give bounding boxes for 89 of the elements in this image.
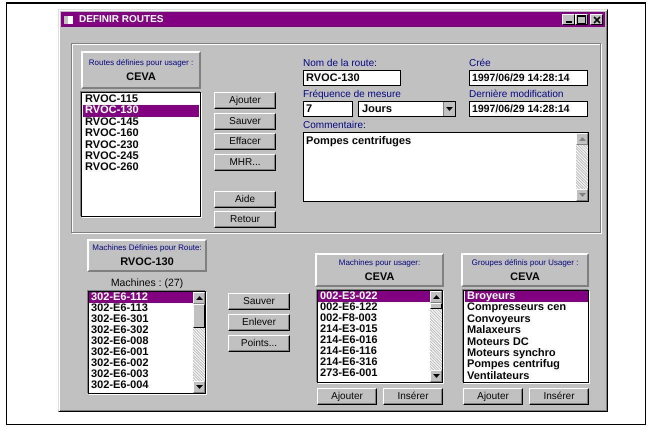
user-name: CEVA — [126, 70, 156, 82]
machine-item[interactable]: 302-E6-113 — [89, 303, 193, 314]
machine-item[interactable]: 214-E6-316 — [318, 357, 430, 368]
machine-item[interactable]: 214-E3-015 — [318, 324, 430, 335]
window-icon — [64, 14, 74, 24]
scrollbar[interactable] — [193, 292, 205, 393]
machine-item[interactable]: 302-E6-002 — [89, 358, 193, 369]
comment-field[interactable]: Pompes centrifuges — [303, 132, 589, 202]
scroll-thumb[interactable] — [193, 304, 205, 328]
list-button[interactable]: Ajouter — [463, 388, 523, 405]
group-item[interactable]: Broyeurs — [465, 291, 588, 302]
route-item[interactable]: RVOC-130 — [83, 105, 199, 117]
close-button[interactable] — [590, 14, 603, 25]
machine-item[interactable]: 002-E6-122 — [318, 302, 430, 313]
nav-button[interactable]: Aide — [214, 190, 276, 208]
down-arrow-icon — [432, 374, 440, 378]
list-button[interactable]: Ajouter — [317, 388, 377, 405]
group-item[interactable]: Ventilateurs — [465, 370, 588, 382]
list-button[interactable]: Insérer — [529, 388, 589, 405]
created-field[interactable]: 1997/06/29 14:28:14 — [469, 70, 588, 86]
panel-heading: Routes définies pour usager : — [88, 58, 194, 66]
machines-list[interactable]: 302-E6-112 302-E6-113 302-E6-301 302-E6-302 302-E6-008 302-E6-001 302-E6-002 302-E6-003 302-E6-004 — [88, 291, 206, 394]
field-label: Nom de la route: — [303, 58, 378, 70]
machine-item[interactable]: 302-E6-302 — [89, 325, 193, 336]
group-item[interactable]: Moteurs synchro — [465, 348, 588, 360]
unit-dropdown[interactable]: Jours — [358, 101, 456, 117]
panel-heading: Machines Définies pour Route: — [92, 243, 202, 252]
scroll-thumb[interactable] — [430, 303, 442, 309]
action-button[interactable]: Ajouter — [214, 92, 276, 109]
up-arrow-icon — [196, 296, 202, 300]
nav-button[interactable]: Retour — [214, 211, 276, 228]
route-item[interactable]: RVOC-160 — [83, 128, 199, 140]
field-label: Commentaire: — [303, 120, 367, 132]
action-button[interactable]: Effacer — [214, 133, 276, 150]
machine-button[interactable]: Points... — [228, 335, 290, 352]
route-item[interactable]: RVOC-260 — [83, 162, 199, 174]
up-arrow-icon — [432, 295, 440, 299]
group-item[interactable]: Compresseurs cen — [465, 302, 588, 314]
machine-item[interactable]: 214-E6-116 — [318, 346, 430, 357]
modified-field[interactable]: 1997/06/29 14:28:14 — [469, 101, 588, 117]
maximize-button[interactable] — [575, 14, 588, 25]
machine-item[interactable]: 302-E6-004 — [89, 380, 193, 391]
machine-button[interactable]: Enlever — [228, 314, 290, 331]
machine-item[interactable]: 302-E6-008 — [89, 336, 193, 347]
machine-button[interactable]: Sauver — [228, 293, 290, 310]
field-label: Fréquence de mesure — [303, 89, 402, 101]
machine-item[interactable]: 302-E6-301 — [89, 314, 193, 325]
action-button[interactable]: Sauver — [214, 112, 276, 130]
list-button[interactable]: Insérer — [383, 388, 443, 405]
groups-list[interactable]: Broyeurs Compresseurs cen Convoyeurs Malaxeurs Moteurs DC Moteurs synchro Pompes centrifug Ventilateurs — [463, 290, 589, 383]
machine-count: Machines : (27) — [110, 277, 184, 289]
dropdown-arrow-icon — [446, 107, 453, 111]
panel-heading: Groupes définis pour Usager : — [472, 258, 578, 266]
window-title: DEFINIR ROUTES — [79, 14, 164, 25]
route-item[interactable]: RVOC-230 — [83, 140, 199, 152]
machine-item[interactable]: 302-E6-003 — [89, 369, 193, 380]
scrollbar[interactable] — [576, 133, 588, 201]
machine-item[interactable]: 002-E3-022 — [318, 291, 430, 302]
field-label: Crée — [469, 58, 492, 70]
machine-item[interactable]: 273-E6-001 — [318, 368, 430, 379]
machine-item[interactable]: 214-E6-016 — [318, 335, 430, 346]
route-name-field[interactable]: RVOC-130 — [303, 70, 401, 86]
frequency-field[interactable]: 7 — [303, 101, 353, 117]
minimize-button[interactable] — [562, 14, 575, 25]
machine-item[interactable]: 302-E6-112 — [89, 292, 193, 303]
up-arrow-icon — [578, 137, 586, 141]
route-item[interactable]: RVOC-245 — [83, 151, 199, 162]
maximize-icon — [577, 15, 586, 24]
close-icon — [592, 16, 600, 24]
scrollbar[interactable] — [430, 291, 442, 382]
group-item[interactable]: Malaxeurs — [465, 325, 588, 337]
machine-item[interactable]: 002-F8-003 — [318, 313, 430, 324]
panel-heading: Machines pour usager: — [338, 258, 420, 266]
route-name: RVOC-130 — [120, 256, 174, 268]
routes-list[interactable]: RVOC-115 RVOC-130 RVOC-145 RVOC-160 RVOC-230 RVOC-245 RVOC-260 — [81, 92, 201, 217]
user-name: CEVA — [510, 270, 540, 282]
user-machines-list[interactable]: 002-E3-022 002-E6-122 002-F8-003 214-E3-015 214-E6-016 214-E6-116 214-E6-316 273-E6-001 — [317, 290, 443, 383]
minimize-icon — [566, 21, 572, 23]
machine-item[interactable]: 302-E6-001 — [89, 347, 193, 358]
group-item[interactable]: Pompes centrifug — [465, 359, 588, 371]
route-item[interactable]: RVOC-115 — [83, 94, 199, 106]
down-arrow-icon — [196, 385, 202, 389]
action-button[interactable]: MHR... — [214, 154, 276, 170]
group-item[interactable]: Convoyeurs — [465, 314, 588, 326]
down-arrow-icon — [578, 193, 586, 197]
route-item[interactable]: RVOC-145 — [83, 116, 199, 128]
field-label: Dernière modification — [469, 89, 564, 101]
group-item[interactable]: Moteurs DC — [465, 336, 588, 348]
user-name: CEVA — [364, 270, 394, 282]
